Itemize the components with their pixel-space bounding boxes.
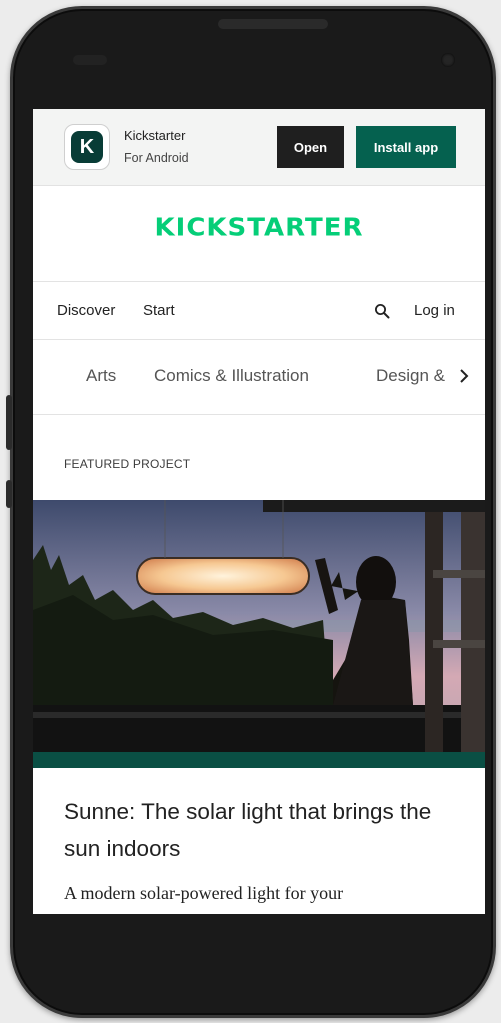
- open-app-button[interactable]: Open: [277, 126, 344, 168]
- speaker-grille: [218, 19, 328, 29]
- kickstarter-app-icon: K: [64, 124, 110, 170]
- nav-start-link[interactable]: Start: [143, 302, 175, 319]
- featured-project-label: FEATURED PROJECT: [64, 457, 191, 471]
- project-progress-bar: [33, 752, 485, 768]
- kickstarter-logo[interactable]: KICKSTARTER: [33, 214, 485, 243]
- app-icon-letter: K: [71, 131, 103, 163]
- front-camera: [441, 53, 455, 67]
- category-arts[interactable]: Arts: [86, 366, 116, 386]
- install-app-button[interactable]: Install app: [356, 126, 456, 168]
- category-comics[interactable]: Comics & Illustration: [154, 366, 309, 386]
- app-install-banner: K Kickstarter For Android Open Install a…: [33, 109, 485, 186]
- top-nav: Discover Start Log in: [33, 283, 485, 340]
- app-platform: For Android: [124, 151, 189, 165]
- featured-project-image[interactable]: [33, 500, 485, 752]
- browser-screen: K Kickstarter For Android Open Install a…: [33, 109, 485, 914]
- power-button[interactable]: [6, 480, 12, 508]
- search-icon[interactable]: [374, 303, 390, 319]
- volume-button[interactable]: [6, 395, 12, 450]
- chevron-right-icon[interactable]: [458, 366, 470, 386]
- nav-login-link[interactable]: Log in: [414, 302, 455, 319]
- project-blurb: A modern solar-powered light for your: [64, 883, 344, 903]
- app-name: Kickstarter: [124, 128, 186, 143]
- site-header: KICKSTARTER: [33, 187, 485, 282]
- nav-discover-link[interactable]: Discover: [57, 302, 115, 319]
- category-bar: Arts Comics & Illustration Design &: [33, 341, 485, 415]
- category-design[interactable]: Design &: [376, 366, 452, 386]
- proximity-sensor: [73, 55, 107, 65]
- project-title[interactable]: Sunne: The solar light that brings the s…: [64, 793, 464, 867]
